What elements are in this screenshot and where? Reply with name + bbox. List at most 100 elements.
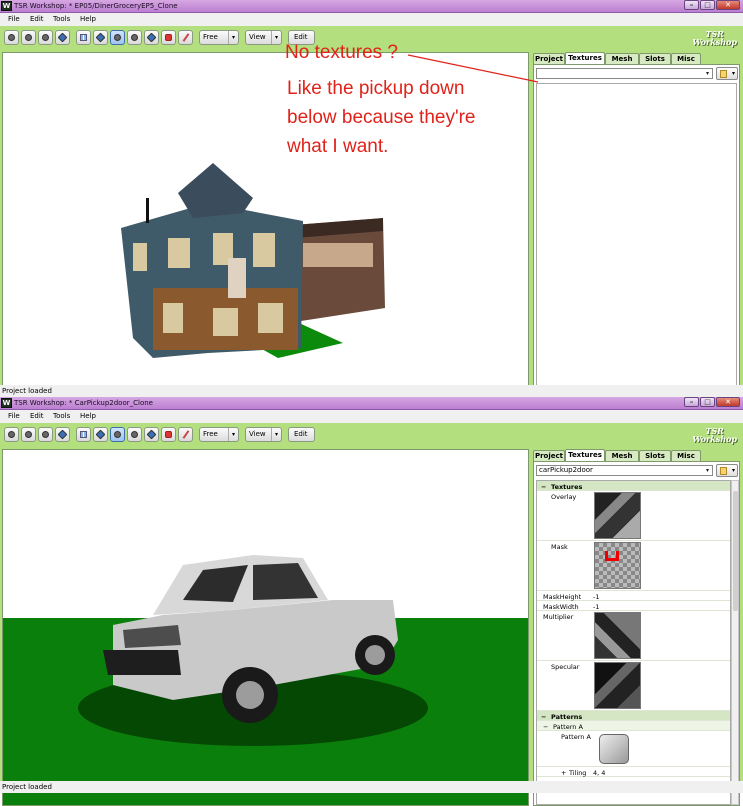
logo-line2: Workshop	[692, 434, 737, 444]
property-value[interactable]: -1	[593, 603, 599, 611]
overlay-thumbnail[interactable]	[594, 492, 641, 539]
group-pattern-a[interactable]: − Pattern A	[537, 721, 730, 731]
mask-red-region	[605, 551, 619, 561]
annex-sign	[303, 243, 373, 267]
property-label: Mask	[551, 543, 568, 551]
shadow-button[interactable]	[127, 427, 142, 442]
collapse-icon: −	[541, 713, 547, 721]
property-mask[interactable]: Mask	[537, 541, 730, 591]
textures-pane: ▾ ▾	[533, 64, 740, 407]
sphere-icon	[8, 431, 15, 438]
annotation-line2: Like the pickup down	[287, 78, 465, 99]
lighting-button[interactable]	[144, 427, 159, 442]
pickup-window: W TSR Workshop: * CarPickup2door_Clone –…	[0, 397, 743, 806]
window-title: TSR Workshop: * CarPickup2door_Clone	[14, 399, 153, 407]
property-label: Tiling	[569, 769, 587, 777]
tsr-logo: TSR Workshop	[692, 427, 737, 443]
floor-button[interactable]	[110, 427, 125, 442]
new-texture-button[interactable]: ▾	[716, 464, 738, 477]
front-hub	[236, 681, 264, 709]
menu-file[interactable]: File	[8, 412, 20, 420]
collapse-icon: −	[541, 483, 547, 491]
building-gable	[178, 163, 253, 218]
property-label: Specular	[551, 663, 580, 671]
brush-icon	[182, 430, 190, 439]
property-value[interactable]: -1	[593, 593, 599, 601]
property-multiplier[interactable]: Multiplier	[537, 611, 730, 661]
multiplier-thumbnail[interactable]	[594, 612, 641, 659]
scrollbar-thumb[interactable]	[733, 491, 738, 611]
app-icon: W	[1, 398, 12, 408]
chevron-down-icon: ▾	[228, 428, 238, 441]
floor-icon	[114, 431, 121, 438]
document-icon	[720, 467, 727, 475]
property-scrollbar[interactable]	[731, 480, 739, 805]
color-button[interactable]	[161, 427, 176, 442]
edit-button[interactable]: Edit	[288, 427, 315, 442]
section-label: Patterns	[551, 713, 583, 721]
mask-thumbnail[interactable]	[594, 542, 641, 589]
wireframe-button[interactable]	[55, 427, 70, 442]
paint-icon	[165, 431, 172, 438]
menu-help[interactable]: Help	[80, 412, 96, 420]
bones-icon	[95, 429, 106, 440]
section-patterns[interactable]: − Patterns	[537, 711, 730, 721]
property-value[interactable]: 4, 4	[593, 769, 605, 777]
minimize-button[interactable]: –	[684, 397, 699, 407]
3d-viewport[interactable]	[2, 449, 529, 806]
edit-tool-button[interactable]	[178, 427, 193, 442]
shading-smooth-button[interactable]	[21, 427, 36, 442]
group-label: Pattern A	[553, 723, 583, 731]
menu-edit[interactable]: Edit	[30, 412, 44, 420]
rear-hub	[365, 645, 385, 665]
chevron-down-icon: ▾	[271, 428, 281, 441]
property-label: Overlay	[551, 493, 577, 501]
textures-pane: carPickup2door ▾ ▾ − Textures Overlay Mask…	[533, 461, 740, 806]
section-label: Textures	[551, 483, 583, 491]
sphere-icon	[25, 431, 32, 438]
chevron-down-icon: ▾	[705, 467, 709, 474]
shading-flat-button[interactable]	[4, 427, 19, 442]
bones-button[interactable]	[93, 427, 108, 442]
view-dropdown[interactable]: View ▾	[245, 427, 282, 442]
pattern-swatch[interactable]	[599, 734, 629, 764]
expand-icon: +	[561, 769, 567, 777]
property-specular[interactable]: Specular	[537, 661, 730, 711]
menu-tools[interactable]: Tools	[53, 412, 70, 420]
grid-button[interactable]	[76, 427, 91, 442]
camera-mode-dropdown[interactable]: Free ▾	[199, 427, 239, 442]
shading-textured-button[interactable]	[38, 427, 53, 442]
diamond-icon	[57, 429, 68, 440]
status-bar: Project loaded	[0, 385, 743, 397]
collapse-icon: −	[543, 723, 549, 731]
property-label: MaskWidth	[543, 603, 579, 611]
property-label: MaskHeight	[543, 593, 582, 601]
app-chrome: Free ▾ View ▾ Edit TSR Workshop Project …	[0, 423, 743, 806]
annotation-line4: what I want.	[287, 136, 389, 157]
menu-bar: File Edit Tools Help	[0, 410, 743, 423]
property-label: Pattern A	[561, 733, 591, 741]
property-overlay[interactable]: Overlay	[537, 491, 730, 541]
property-maskheight[interactable]: MaskHeight -1	[537, 591, 730, 601]
property-pattern-a[interactable]: Pattern A	[537, 731, 730, 767]
property-grid: − Textures Overlay Mask MaskHeight -1 Mask…	[536, 480, 731, 805]
camera-mode-label: Free	[203, 430, 218, 438]
annotation-line1: No textures ?	[285, 42, 398, 63]
property-maskwidth[interactable]: MaskWidth -1	[537, 601, 730, 611]
pickup-model	[3, 450, 528, 805]
bumper	[103, 650, 181, 675]
maximize-button[interactable]: □	[700, 397, 715, 407]
texture-selector[interactable]: carPickup2door ▾	[536, 465, 713, 476]
chimney	[146, 198, 149, 223]
texture-list-empty	[536, 83, 737, 404]
property-tiling[interactable]: + Tiling 4, 4	[537, 767, 730, 777]
annotation-line3: below because they're	[287, 107, 476, 128]
hanging-sign	[228, 258, 246, 298]
grid-icon	[80, 431, 87, 438]
view-label: View	[249, 430, 266, 438]
property-label: Multiplier	[543, 613, 574, 621]
chevron-down-icon: ▾	[731, 467, 735, 474]
section-textures[interactable]: − Textures	[537, 481, 730, 491]
specular-thumbnail[interactable]	[594, 662, 641, 709]
close-button[interactable]: ✕	[716, 397, 740, 407]
